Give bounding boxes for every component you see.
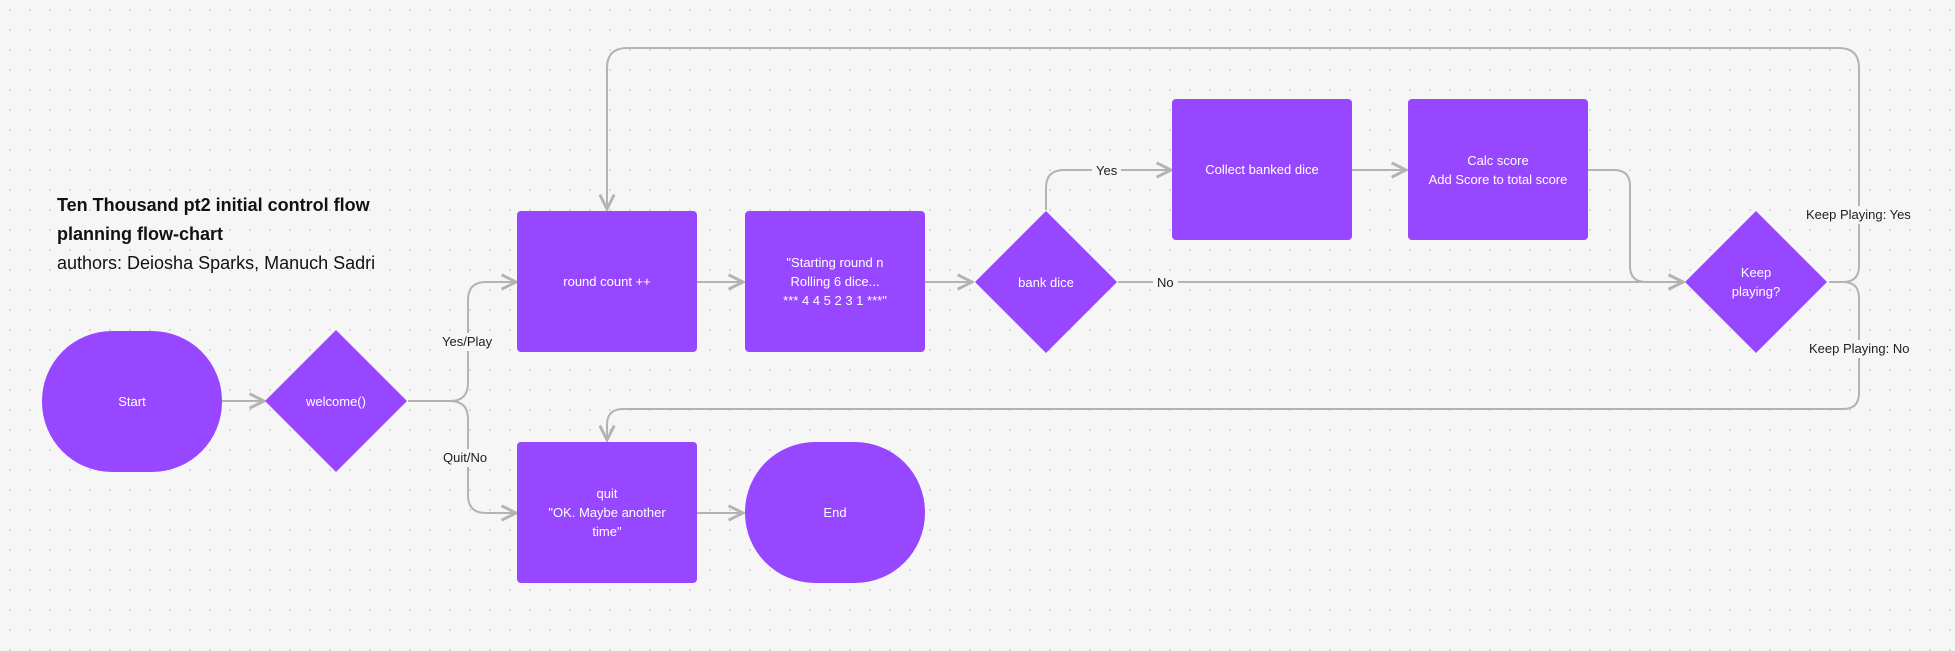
start-node-label: Start [118,394,146,409]
welcome-node[interactable]: welcome() [265,330,407,472]
edge-label-yes-play: Yes/Play [438,333,497,351]
title-block: Ten Thousand pt2 initial control flow pl… [57,191,477,278]
title-line-2: planning flow-chart [57,224,223,244]
start-node[interactable]: Start [42,331,222,472]
edge-label-quit-no: Quit/No [439,449,492,467]
edge-label-keep-playing-yes: Keep Playing: Yes [1802,206,1915,224]
edge-label-keep-playing-no: Keep Playing: No [1805,340,1914,358]
end-node[interactable]: End [745,442,925,583]
quit-label: quit "OK. Maybe another time" [548,486,666,539]
edge-label-yes: Yes [1092,162,1122,180]
authors-line: authors: Deiosha Sparks, Manuch Sadri [57,253,376,273]
collect-banked-node[interactable]: Collect banked dice [1172,99,1352,240]
calc-score-label: Calc score Add Score to total score [1428,152,1568,187]
edge-label-no: No [1153,274,1178,292]
starting-round-label: "Starting round n Rolling 6 dice... *** … [783,255,887,308]
keep-playing-node[interactable]: Keep playing? [1685,211,1827,353]
round-count-node[interactable]: round count ++ [517,211,697,352]
quit-node[interactable]: quit "OK. Maybe another time" [517,442,697,583]
welcome-node-label: welcome() [306,393,366,409]
round-count-label: round count ++ [563,274,651,289]
collect-banked-label: Collect banked dice [1205,162,1319,177]
calc-score-node[interactable]: Calc score Add Score to total score [1408,99,1588,240]
end-label: End [823,505,847,520]
flowchart-canvas: Ten Thousand pt2 initial control flow pl… [0,0,1955,651]
bank-dice-node[interactable]: bank dice [975,211,1117,353]
edge-calc-keep [1588,169,1683,282]
bank-dice-label: bank dice [1018,274,1074,290]
starting-round-node[interactable]: "Starting round n Rolling 6 dice... *** … [745,211,925,352]
keep-playing-label: Keep playing? [1731,265,1781,299]
title-line-1: Ten Thousand pt2 initial control flow [57,195,370,215]
